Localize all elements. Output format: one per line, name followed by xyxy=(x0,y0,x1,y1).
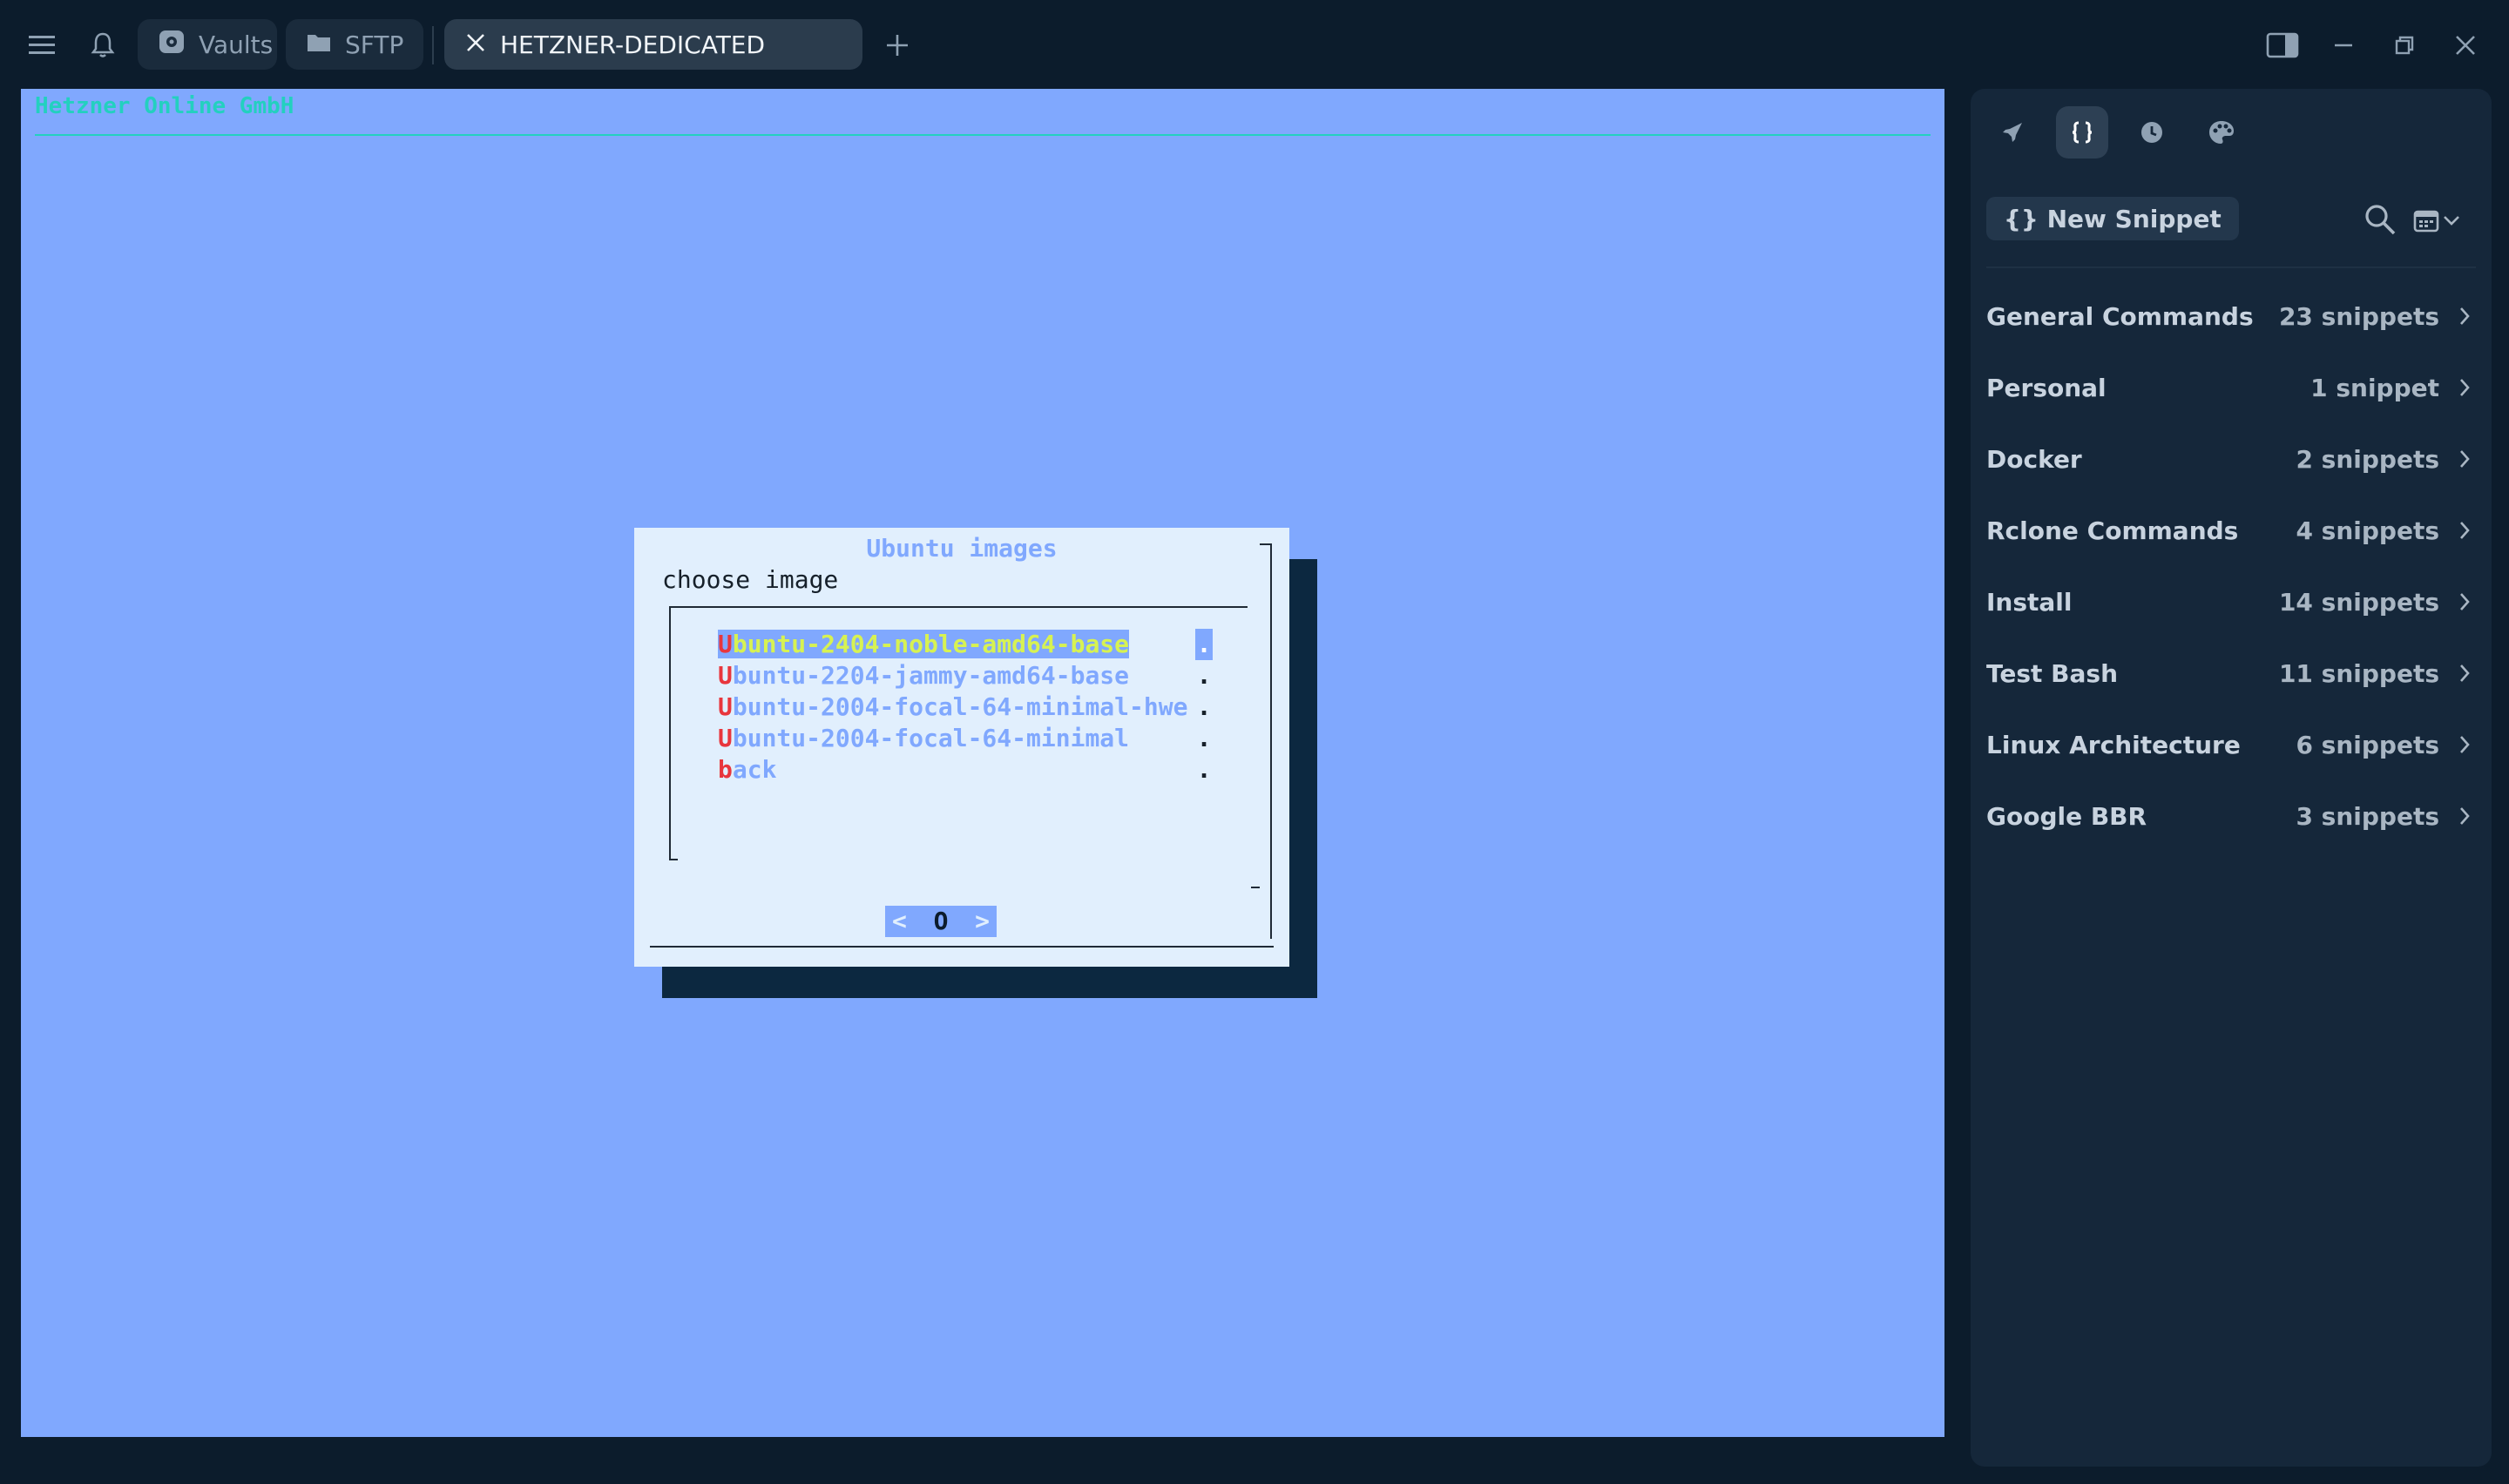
group-name: Install xyxy=(1986,587,2073,617)
list-frame-tick-right xyxy=(1251,887,1260,888)
group-name: Personal xyxy=(1986,373,2107,402)
group-name: Google BBR xyxy=(1986,801,2147,831)
snippet-group-docker[interactable]: Docker 2 snippets xyxy=(1986,435,2476,483)
group-count: 23 snippets xyxy=(2278,301,2439,331)
item-label: ack xyxy=(732,755,777,784)
chevron-right-icon xyxy=(2458,521,2476,540)
dialog-frame xyxy=(1260,543,1272,939)
list-item-ubuntu-2004-minimal[interactable]: Ubuntu-2004-focal-64-minimal xyxy=(718,723,1129,754)
title-bar: Vaults SFTP HETZNER-DEDICATED xyxy=(0,0,2509,89)
group-count: 6 snippets xyxy=(2296,730,2439,759)
ok-left-bracket: < xyxy=(892,907,907,935)
header-rule xyxy=(35,134,1931,136)
image-select-dialog: Ubuntu images choose image Ubuntu-2404-n… xyxy=(634,528,1289,967)
item-label: buntu-2004-focal-64-minimal xyxy=(732,724,1130,752)
tab-label: HETZNER-DEDICATED xyxy=(500,30,766,59)
chevron-right-icon xyxy=(2458,735,2476,754)
group-count: 11 snippets xyxy=(2278,658,2439,688)
item-label: buntu-2404-noble-amd64-base xyxy=(732,630,1130,658)
chevron-right-icon xyxy=(2458,449,2476,469)
ok-button[interactable]: < O > xyxy=(885,906,997,937)
item-label: buntu-2004-focal-64-minimal-hwe xyxy=(732,692,1188,721)
item-label: buntu-2204-jammy-amd64-base xyxy=(732,661,1130,690)
dialog-title: Ubuntu images xyxy=(866,534,1058,563)
dialog-frame-bottom xyxy=(650,946,1274,948)
item-marker: . xyxy=(1196,692,1212,721)
new-snippet-button[interactable]: {} New Snippet xyxy=(1986,197,2239,240)
group-count: 1 snippet xyxy=(2310,373,2439,402)
installer-header: Hetzner Online GmbH xyxy=(35,93,294,119)
item-hotkey: U xyxy=(718,692,733,721)
snippet-group-install[interactable]: Install 14 snippets xyxy=(1986,577,2476,626)
list-item-ubuntu-2404[interactable]: Ubuntu-2404-noble-amd64-base xyxy=(718,629,1130,660)
ok-right-bracket: > xyxy=(975,907,990,935)
new-snippet-label: {} New Snippet xyxy=(2004,204,2222,233)
folder-icon xyxy=(307,30,331,59)
snippet-group-general-commands[interactable]: General Commands 23 snippets xyxy=(1986,292,2476,341)
group-name: General Commands xyxy=(1986,301,2254,331)
item-marker: . xyxy=(1196,755,1212,784)
snippet-group-personal[interactable]: Personal 1 snippet xyxy=(1986,363,2476,412)
group-name: Linux Architecture xyxy=(1986,730,2241,759)
snippet-group-linux-architecture[interactable]: Linux Architecture 6 snippets xyxy=(1986,720,2476,769)
group-name: Docker xyxy=(1986,444,2082,474)
chevron-down-icon xyxy=(2444,216,2459,226)
calendar-view-icon xyxy=(2413,210,2439,233)
palette-icon[interactable] xyxy=(2195,106,2248,159)
list-item-back[interactable]: back xyxy=(718,754,776,786)
group-name: Rclone Commands xyxy=(1986,516,2239,545)
list-frame-tick xyxy=(669,859,678,860)
list-item-ubuntu-2204[interactable]: Ubuntu-2204-jammy-amd64-base xyxy=(718,660,1129,691)
bell-icon[interactable] xyxy=(84,26,122,64)
terminal-pane[interactable]: Hetzner Online GmbH Ubuntu images choose… xyxy=(21,89,1944,1437)
chevron-right-icon xyxy=(2458,592,2476,611)
snippet-group-test-bash[interactable]: Test Bash 11 snippets xyxy=(1986,649,2476,698)
item-hotkey: U xyxy=(718,630,733,658)
group-name: Test Bash xyxy=(1986,658,2119,688)
tab-sftp[interactable]: SFTP xyxy=(286,19,423,70)
restore-icon[interactable] xyxy=(2385,26,2424,64)
item-marker: . xyxy=(1196,724,1212,752)
tab-label: SFTP xyxy=(345,30,404,59)
group-count: 4 snippets xyxy=(2296,516,2439,545)
group-count: 3 snippets xyxy=(2296,801,2439,831)
group-count: 14 snippets xyxy=(2278,587,2439,617)
new-tab-plus-icon[interactable] xyxy=(878,26,916,64)
snippet-group-google-bbr[interactable]: Google BBR 3 snippets xyxy=(1986,792,2476,840)
item-hotkey: U xyxy=(718,724,733,752)
snippets-icon[interactable] xyxy=(2056,106,2108,159)
tab-label: Vaults xyxy=(199,30,274,59)
search-icon[interactable] xyxy=(2363,202,2399,239)
toggle-sidebar-icon[interactable] xyxy=(2263,26,2302,64)
vault-icon xyxy=(159,30,185,60)
minimize-icon[interactable] xyxy=(2324,26,2363,64)
history-icon[interactable] xyxy=(2126,106,2178,159)
item-marker: . xyxy=(1196,661,1212,690)
view-options-dropdown[interactable] xyxy=(2413,202,2469,239)
snippets-sidebar: {} New Snippet General Commands 23 snipp… xyxy=(1971,89,2492,1467)
chevron-right-icon xyxy=(2458,664,2476,683)
dialog-prompt: choose image xyxy=(662,565,839,594)
item-hotkey: U xyxy=(718,661,733,690)
sidebar-divider xyxy=(1986,266,2476,268)
item-marker: . xyxy=(1195,629,1213,660)
group-count: 2 snippets xyxy=(2296,444,2439,474)
chevron-right-icon xyxy=(2458,806,2476,826)
list-item-ubuntu-2004-hwe[interactable]: Ubuntu-2004-focal-64-minimal-hwe xyxy=(718,691,1187,723)
chevron-right-icon xyxy=(2458,378,2476,397)
menu-icon[interactable] xyxy=(23,26,61,64)
window-close-icon[interactable] xyxy=(2446,26,2485,64)
tab-hetzner-dedicated[interactable]: HETZNER-DEDICATED xyxy=(444,19,862,70)
ok-label: O xyxy=(933,907,949,935)
close-icon[interactable] xyxy=(465,30,486,59)
snippet-group-rclone-commands[interactable]: Rclone Commands 4 snippets xyxy=(1986,506,2476,555)
rocket-icon[interactable] xyxy=(1986,106,2039,159)
chevron-right-icon xyxy=(2458,307,2476,326)
tab-vaults[interactable]: Vaults xyxy=(138,19,277,70)
item-hotkey: b xyxy=(718,755,733,784)
tab-divider xyxy=(432,26,434,64)
